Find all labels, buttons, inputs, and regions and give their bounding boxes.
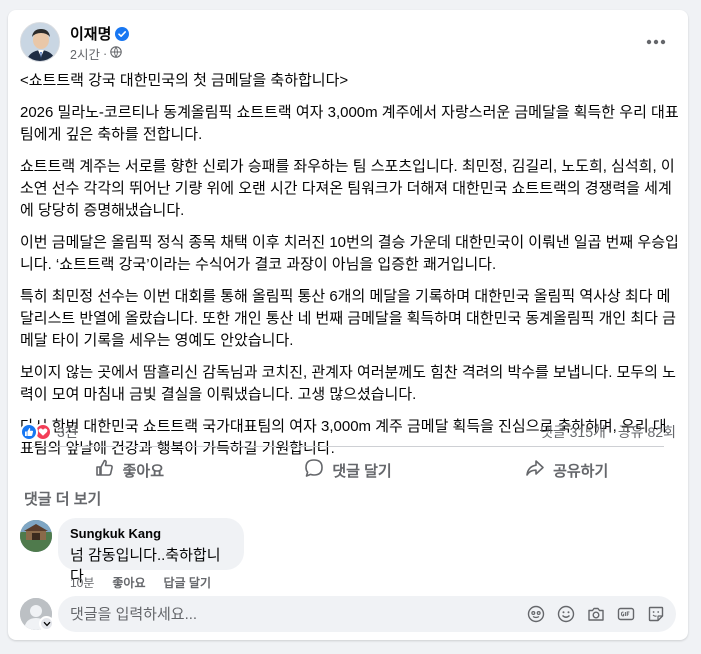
sticker-icon[interactable]	[526, 604, 546, 624]
globe-icon	[110, 46, 122, 61]
more-options-icon[interactable]	[640, 26, 672, 58]
view-more-comments-link[interactable]: 댓글 더 보기	[24, 488, 101, 509]
share-button[interactable]: 공유하기	[457, 450, 676, 490]
gif-icon[interactable]	[616, 604, 636, 624]
chevron-down-icon[interactable]	[39, 616, 54, 631]
reaction-count: 3천	[57, 424, 78, 440]
reactions-summary[interactable]: 3천	[20, 422, 78, 442]
divider	[32, 446, 664, 447]
author-avatar[interactable]	[20, 22, 60, 62]
post-paragraph: 이번 금메달은 올림픽 정식 종목 채택 이후 치러진 10번의 결승 가운데 …	[20, 234, 679, 273]
post-time[interactable]: 2시간	[70, 44, 100, 63]
sticker-smile-icon[interactable]	[646, 604, 666, 624]
comment-button[interactable]: 댓글 달기	[239, 450, 458, 490]
post-header: 이재명 2시간 ·	[20, 22, 676, 64]
verified-badge-icon	[115, 26, 130, 41]
composer-tools	[526, 604, 666, 624]
commenter-avatar[interactable]	[20, 520, 52, 552]
like-reaction-icon	[20, 423, 38, 441]
like-button-label: 좋아요	[122, 462, 165, 480]
post-meta: 2시간 ·	[70, 44, 122, 63]
comment-bubble: Sungkuk Kang 넘 감동입니다..축하합니다	[58, 518, 244, 585]
post-card: 이재명 2시간 · <쇼트트랙 강국 대한민국의 첫 금메달을 축하합니다> 2…	[8, 10, 688, 640]
post-paragraph: 특히 최민정 선수는 이번 대회를 통해 올림픽 통산 6개의 메달을 기록하며…	[20, 288, 676, 349]
thumbs-up-icon	[95, 458, 115, 482]
comment-bubble-icon	[304, 458, 324, 482]
author-name[interactable]: 이재명	[70, 23, 111, 44]
comment-composer	[20, 596, 676, 632]
share-arrow-icon	[525, 458, 545, 482]
post-body: <쇼트트랙 강국 대한민국의 첫 금메달을 축하합니다> 2026 밀라노-코르…	[20, 70, 680, 470]
author-name-row: 이재명	[70, 23, 130, 44]
post-actions: 좋아요 댓글 달기 공유하기	[20, 450, 676, 490]
post-title: <쇼트트랙 강국 대한민국의 첫 금메달을 축하합니다>	[20, 72, 349, 89]
emoji-icon[interactable]	[556, 604, 576, 624]
comment-author[interactable]: Sungkuk Kang	[70, 526, 232, 541]
stats-right: 댓글 315개 공유 82회	[540, 422, 676, 442]
comment-reply-link[interactable]: 답글 달기	[164, 574, 212, 591]
post-paragraph: 쇼트트랙 계주는 서로를 향한 신뢰가 승패를 좌우하는 팀 스포츠입니다. 최…	[20, 158, 675, 219]
share-count[interactable]: 공유 82회	[618, 422, 676, 442]
comment-time[interactable]: 10분	[70, 574, 94, 591]
comment-button-label: 댓글 달기	[332, 462, 392, 480]
comment-item: Sungkuk Kang 넘 감동입니다..축하합니다 10분 좋아요 답글 달…	[20, 518, 676, 590]
post-stats: 3천 댓글 315개 공유 82회	[20, 420, 676, 446]
like-button[interactable]: 좋아요	[20, 450, 239, 490]
comment-meta: 10분 좋아요 답글 달기	[70, 574, 211, 591]
camera-icon[interactable]	[586, 604, 606, 624]
post-paragraph: 보이지 않는 곳에서 땀흘리신 감독님과 코치진, 관계자 여러분께도 힘찬 격…	[20, 364, 676, 403]
post-paragraph: 2026 밀라노-코르티나 동계올림픽 쇼트트랙 여자 3,000m 계주에서 …	[20, 104, 679, 143]
comment-like-link[interactable]: 좋아요	[112, 574, 145, 591]
share-button-label: 공유하기	[553, 462, 609, 480]
comment-count[interactable]: 댓글 315개	[540, 422, 606, 442]
